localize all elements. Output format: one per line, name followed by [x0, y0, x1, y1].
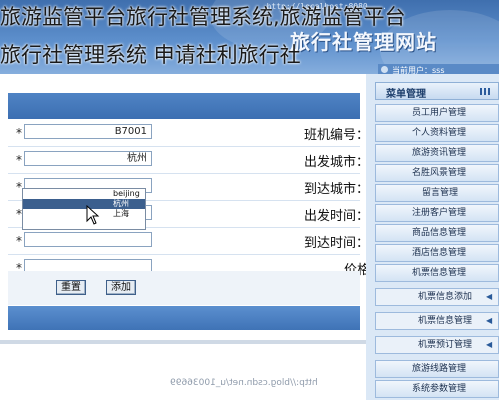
sidebar-subitem[interactable]: 机票预订管理 ◀ — [375, 336, 499, 354]
bullet-icon: ◀ — [486, 316, 493, 325]
depart-city-label: 出发城市： — [304, 155, 370, 170]
watermark-text: http://blog.csdn.net/u_10036699 — [170, 378, 318, 388]
sidebar-header-label: 菜单管理 — [386, 89, 426, 100]
bullet-icon: ◀ — [486, 292, 493, 301]
sidebar-item-label: 酒店信息管理 — [412, 248, 467, 258]
sidebar-item[interactable]: 商品信息管理 — [375, 224, 499, 242]
sidebar-item[interactable]: 留言管理 — [375, 184, 499, 202]
sidebar-item[interactable]: 个人资料管理 — [375, 124, 499, 142]
sidebar-item[interactable]: 酒店信息管理 — [375, 244, 499, 262]
caption-line-1: 旅游监管平台旅行社管理系统,旅游监管平台 — [0, 5, 406, 29]
sidebar-header: 菜单管理 — [375, 82, 499, 100]
user-icon — [381, 66, 388, 73]
arrive-city-dropdown-list[interactable]: beijing 杭州 上海 — [22, 188, 146, 230]
sidebar-item[interactable]: 机票信息管理 — [375, 264, 499, 282]
sidebar-item-label: 名胜风景管理 — [412, 168, 467, 178]
required-mark: * — [16, 126, 22, 140]
depart-city-input[interactable]: 杭州 — [24, 151, 152, 166]
sidebar-item-label: 个人资料管理 — [412, 128, 467, 138]
reset-button[interactable]: 重置 — [56, 280, 86, 295]
menu-grid-icon — [480, 88, 490, 95]
form-row-flight-no: * B7001 班机编号： — [8, 119, 369, 147]
flight-no-label: 班机编号： — [304, 128, 370, 143]
form-row-depart-city: * 杭州 出发城市： — [8, 146, 369, 174]
site-title: 旅行社管理网站 — [290, 30, 437, 54]
sidebar-item[interactable]: 系统参数管理 — [375, 380, 499, 398]
add-button[interactable]: 添加 — [106, 280, 136, 295]
arrive-time-label: 到达时间： — [304, 236, 370, 251]
sidebar-item-label: 商品信息管理 — [412, 228, 467, 238]
required-mark: * — [16, 234, 22, 248]
arrive-city-label: 到达城市： — [304, 182, 370, 197]
sidebar-item-label: 旅游线路管理 — [412, 364, 467, 374]
form-footer-bar — [8, 306, 360, 330]
flight-no-input[interactable]: B7001 — [24, 124, 152, 139]
depart-time-label: 出发时间： — [304, 209, 370, 224]
sidebar-subitem[interactable]: 机票信息管理 ◀ — [375, 312, 499, 330]
sidebar-item-label: 机票预订管理 — [418, 340, 473, 350]
sidebar-item-label: 机票信息管理 — [412, 268, 467, 278]
sidebar-item[interactable]: 注册客户管理 — [375, 204, 499, 222]
sidebar-item[interactable]: 员工用户管理 — [375, 104, 499, 122]
dropdown-option[interactable]: 上海 — [23, 209, 145, 219]
sidebar-item[interactable]: 旅游线路管理 — [375, 360, 499, 378]
required-mark: * — [16, 153, 22, 167]
form-row-arrive-time: * 到达时间： — [8, 227, 369, 255]
arrive-time-input[interactable] — [24, 232, 152, 247]
sidebar-item-label: 系统参数管理 — [412, 384, 467, 394]
sidebar-item-label: 员工用户管理 — [412, 108, 467, 118]
dropdown-option-selected[interactable]: 杭州 — [23, 199, 145, 209]
sidebar-item-label: 旅游资讯管理 — [412, 148, 467, 158]
sidebar-item[interactable]: 旅游资讯管理 — [375, 144, 499, 162]
bullet-icon: ◀ — [486, 340, 493, 349]
sidebar-item-label: 机票信息添加 — [418, 292, 473, 302]
form-button-row: 重置 添加 — [8, 271, 360, 305]
sidebar-item-label: 机票信息管理 — [418, 316, 473, 326]
sidebar-subitem[interactable]: 机票信息添加 ◀ — [375, 288, 499, 306]
caption-line-2: 旅行社管理系统 申请社利旅行社 — [0, 43, 301, 67]
form-header-bar — [8, 93, 360, 119]
sidebar-item-label: 注册客户管理 — [412, 208, 467, 218]
mouse-pointer-icon — [86, 205, 100, 225]
sidebar-item[interactable]: 名胜风景管理 — [375, 164, 499, 182]
sidebar-item-label: 留言管理 — [422, 188, 459, 198]
dropdown-option[interactable]: beijing — [23, 189, 145, 199]
screenshot-stage: http://localhost:8080 ... 旅行社管理网站 当前用户：s… — [0, 0, 499, 400]
content-divider — [0, 340, 366, 344]
